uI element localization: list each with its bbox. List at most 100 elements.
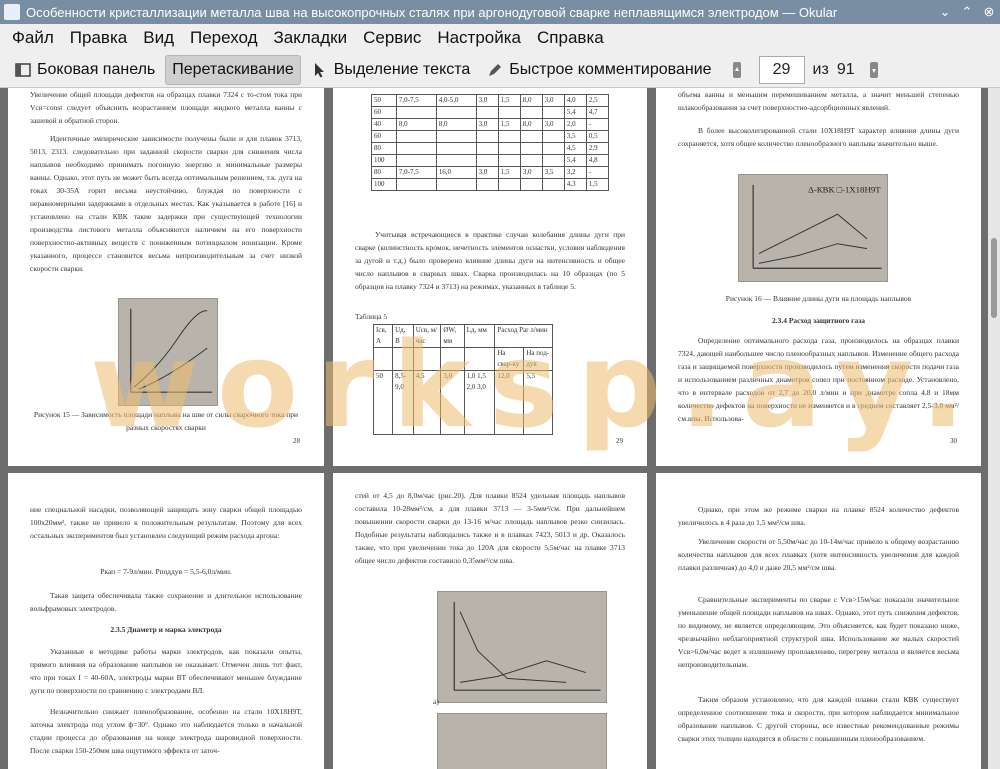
- section-heading: 2.3.4 Расход защитного газа: [771, 316, 866, 325]
- table-cell: 8,0: [395, 118, 437, 131]
- cursor-arrow-icon: [311, 61, 329, 79]
- table-cell: [497, 142, 521, 155]
- table-cell: 100: [371, 154, 397, 167]
- table-cell: 7,0-7,5: [395, 94, 437, 107]
- menu-settings[interactable]: Настройка: [429, 28, 529, 48]
- paragraph: Такая защита обеспечивала также сохранен…: [30, 591, 302, 613]
- table-cell: 5,4: [563, 106, 587, 119]
- table-header: Iсв, А: [372, 324, 394, 348]
- page-number: 29: [616, 437, 623, 445]
- menu-bookmarks[interactable]: Закладки: [266, 28, 356, 48]
- table-cell: 2,5: [585, 94, 610, 107]
- figure-20a-photo: [437, 591, 607, 703]
- table-cell: 3,0: [519, 166, 543, 179]
- quick-annotate-label: Быстрое комментирование: [509, 60, 712, 78]
- formula: Pкап = 7-9л/мин. Pподдув = 5,5-6,0л/мин.: [100, 567, 232, 576]
- document-viewport[interactable]: Увеличение общей площади дефектов на обр…: [0, 88, 1000, 769]
- table-cell: 3,0: [475, 118, 499, 131]
- table-row: 40 8,0 8,0 3,0 1,5 8,0 3,0 2,0-: [371, 118, 610, 131]
- table-cell: [519, 142, 543, 155]
- table-header: ØW, мм: [440, 324, 465, 348]
- table-cell: [435, 130, 477, 143]
- menu-tools[interactable]: Сервис: [355, 28, 429, 48]
- table-cell: 4,0-5,0: [435, 94, 477, 107]
- figure-15-caption: Рисунок 15 — Зависимость площади наплыва…: [33, 410, 299, 432]
- data-table-1: 50 7,0-7,5 4,0-5,0 3,0 1,5 8,0 3,0 4,0 2,5 60 5,4 4…: [371, 94, 610, 191]
- table-cell: 100: [371, 178, 397, 191]
- table-cell: 40: [371, 118, 397, 131]
- menu-edit[interactable]: Правка: [62, 28, 135, 48]
- okular-app-icon: [4, 4, 20, 20]
- paragraph: Учитывая встречающиеся в практике случаи…: [355, 230, 625, 291]
- page-number-input[interactable]: 29: [758, 55, 805, 84]
- table-cell: [497, 178, 521, 191]
- paragraph: Идентичные эмпирические зависимости полу…: [30, 134, 302, 273]
- menu-go[interactable]: Переход: [182, 28, 266, 48]
- table-subheader: На свар-ку: [494, 347, 525, 371]
- table-label: Таблица 5: [355, 312, 388, 321]
- menu-help[interactable]: Справка: [529, 28, 612, 48]
- document-page-30: объема ванны и меньшим перемешиванием ме…: [656, 88, 981, 466]
- table-cell: [475, 178, 499, 191]
- table-cell: 3,2: [563, 166, 587, 179]
- paragraph: Увеличение скорости от 5,50м/час до 10-1…: [678, 537, 959, 572]
- paragraph: В более высоколегированной стали 10Х18Н9…: [678, 126, 959, 148]
- quick-annotate-button[interactable]: Быстрое комментирование: [480, 55, 717, 85]
- table-cell: 1,5: [497, 118, 521, 131]
- figure-16-caption: Рисунок 16 — Влияние длины дуги на площа…: [725, 294, 912, 303]
- paragraph: Сравнительные эксперименты по сварке с V…: [678, 595, 959, 669]
- document-page-32: стей от 4,5 до 8,0м/час (рис.20). Для пл…: [333, 473, 647, 769]
- table-row: 60 5,4 4,7: [371, 106, 610, 119]
- table-cell: [519, 106, 543, 119]
- paragraph: Однако, при этом же режиме сварки на пла…: [678, 505, 959, 527]
- next-page-icon[interactable]: [865, 61, 883, 79]
- menu-view[interactable]: Вид: [135, 28, 182, 48]
- table-header: Lд, мм: [463, 324, 496, 348]
- table-cell: 12,0: [494, 370, 525, 435]
- table-cell: 2,9: [585, 142, 610, 155]
- table-header: Uсв, м/час: [412, 324, 442, 348]
- document-page-31: ние специальной насадки, позволяющей защ…: [8, 473, 324, 769]
- table-row: 100 4,3 1,5: [371, 178, 610, 191]
- title-bar: Особенности кристаллизации металла шва н…: [0, 0, 1000, 24]
- table-cell: 4,3: [563, 178, 587, 191]
- sidebar-label: Боковая панель: [37, 60, 156, 78]
- table-row: 80 4,5 2,9: [371, 142, 610, 155]
- table-cell: 5,4: [563, 154, 587, 167]
- window-menu-icon[interactable]: ⌄: [934, 1, 956, 23]
- table-row: 80 7,0-7,5 16,0 3,0 1,5 3,0 3,5 3,2-: [371, 166, 610, 179]
- table-cell: 3,0: [475, 166, 499, 179]
- table-cell: 80: [371, 142, 397, 155]
- table-cell: 16,0: [435, 166, 477, 179]
- page-total: 91: [836, 60, 855, 78]
- vertical-scrollbar[interactable]: [988, 88, 1000, 769]
- text-select-button[interactable]: Выделение текста: [305, 55, 477, 85]
- table-cell: [435, 106, 477, 119]
- table-cell: 8,5-9,0: [392, 370, 414, 435]
- table-row: 60 3,5 0,5: [371, 130, 610, 143]
- minimize-button[interactable]: ⌃: [956, 1, 978, 23]
- figure-15-photo: [118, 298, 218, 406]
- table-cell: [435, 154, 477, 167]
- paragraph: стей от 4,5 до 8,0м/час (рис.20). Для пл…: [355, 491, 625, 565]
- paragraph: ние специальной насадки, позволяющей защ…: [30, 505, 302, 540]
- table-cell: 3,0: [440, 370, 465, 435]
- table-cell: [395, 178, 437, 191]
- table-cell: [541, 142, 565, 155]
- table-row: 100 5,4 4,8: [371, 154, 610, 167]
- menu-file[interactable]: Файл: [4, 28, 62, 48]
- previous-page-icon[interactable]: [728, 61, 746, 79]
- browse-tool-button[interactable]: Перетаскивание: [165, 54, 301, 85]
- menu-bar: Файл Правка Вид Переход Закладки Сервис …: [0, 24, 1000, 52]
- close-button[interactable]: ⊗: [978, 1, 1000, 23]
- table-cell: 1,0 1,5 2,0 3,0: [463, 370, 496, 435]
- table-cell: 1,5: [585, 178, 610, 191]
- document-page-33: Однако, при этом же режиме сварки на пла…: [656, 473, 981, 769]
- scrollbar-thumb[interactable]: [991, 238, 997, 318]
- page-number: 30: [950, 437, 957, 445]
- table-cell: 3,0: [541, 94, 565, 107]
- sidebar-button[interactable]: Боковая панель: [8, 55, 161, 85]
- table-cell: 4,8: [585, 154, 610, 167]
- table-cell: 50: [372, 370, 394, 435]
- table-cell: [395, 106, 437, 119]
